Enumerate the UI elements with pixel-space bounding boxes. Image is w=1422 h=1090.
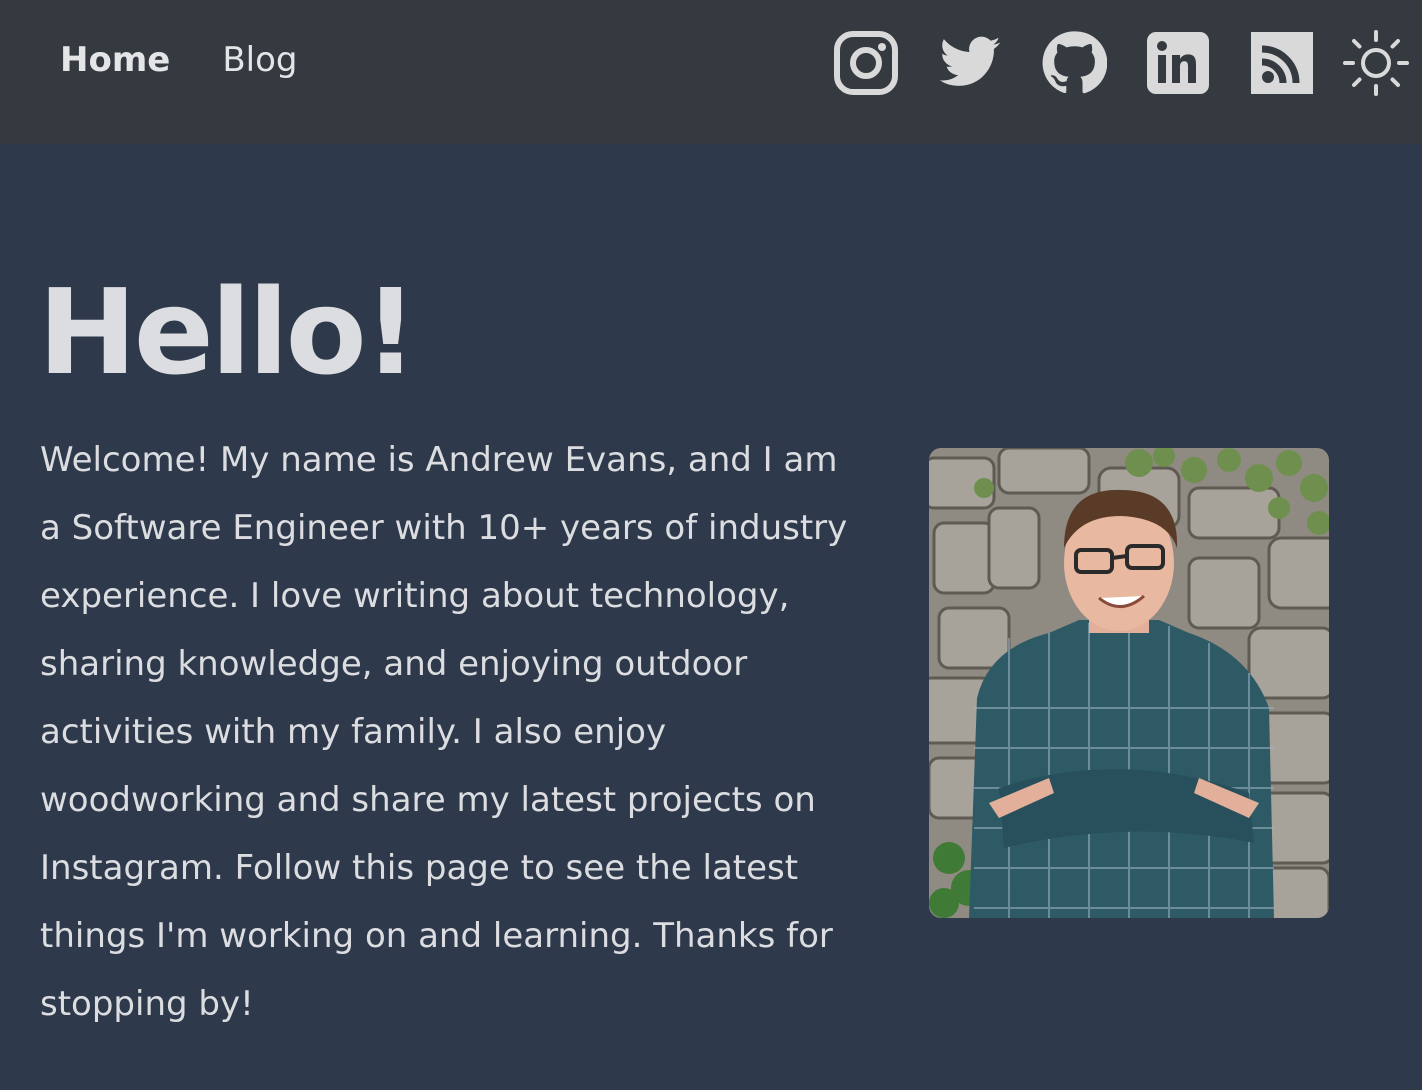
sun-theme-toggle-icon[interactable] bbox=[1343, 30, 1409, 96]
profile-photo bbox=[929, 448, 1329, 918]
nav-home-link[interactable]: Home bbox=[60, 40, 170, 80]
intro-paragraph: Welcome! My name is Andrew Evans, and I … bbox=[40, 440, 848, 1024]
main-nav: Home Blog bbox=[60, 40, 297, 80]
github-icon[interactable] bbox=[1041, 30, 1107, 96]
rss-icon[interactable] bbox=[1249, 30, 1315, 96]
nav-blog-link[interactable]: Blog bbox=[222, 40, 297, 80]
linkedin-icon[interactable] bbox=[1145, 30, 1211, 96]
instagram-icon[interactable] bbox=[833, 30, 899, 96]
top-navbar: Home Blog bbox=[0, 0, 1422, 144]
social-links bbox=[833, 30, 1413, 96]
main-content: Hello! Welcome! My name is Andrew Evans,… bbox=[0, 144, 1422, 1090]
twitter-icon[interactable] bbox=[937, 30, 1003, 96]
page-title: Hello! bbox=[38, 263, 418, 401]
